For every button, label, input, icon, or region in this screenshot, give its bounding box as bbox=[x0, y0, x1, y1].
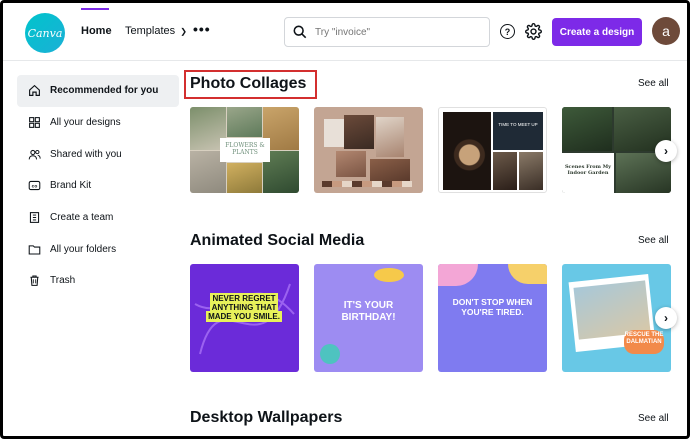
search-icon bbox=[293, 25, 307, 39]
sidebar-item-trash[interactable]: Trash bbox=[17, 265, 179, 297]
see-all-photo-collages[interactable]: See all bbox=[638, 78, 669, 89]
sidebar-item-label: Create a team bbox=[50, 212, 114, 224]
template-card-birthday[interactable]: IT'S YOUR BIRTHDAY! bbox=[314, 264, 423, 372]
search-input[interactable] bbox=[315, 26, 475, 38]
sidebar-item-create-team[interactable]: Create a team bbox=[17, 202, 179, 234]
nav-home[interactable]: Home bbox=[81, 25, 112, 37]
sidebar-item-label: All your folders bbox=[50, 243, 117, 255]
sidebar-item-brand-kit[interactable]: co Brand Kit bbox=[17, 170, 179, 202]
card-caption: DON'T STOP WHEN YOU'RE TIRED. bbox=[452, 297, 533, 317]
brand-kit-icon: co bbox=[27, 179, 41, 193]
sidebar-item-all-designs[interactable]: All your designs bbox=[17, 107, 179, 139]
template-card-coffee[interactable]: TIME TO MEET UP bbox=[438, 107, 547, 193]
section-title-animated-social: Animated Social Media bbox=[190, 232, 365, 249]
card-caption: IT'S YOUR BIRTHDAY! bbox=[341, 300, 396, 323]
nav-templates-label: Templates bbox=[125, 25, 176, 37]
app-window: Canva Home Templates ❯ ••• ? Create a de… bbox=[0, 0, 690, 439]
help-icon[interactable]: ? bbox=[500, 24, 515, 39]
sidebar: Recommended for you All your designs Sha… bbox=[17, 75, 179, 297]
carousel-next-arrow-collages[interactable]: › bbox=[655, 140, 677, 162]
card-caption: NEVER REGRET ANYTHING THAT MADE YOU SMIL… bbox=[206, 293, 282, 323]
grid-icon bbox=[27, 116, 41, 130]
card-caption: Scenes From My Indoor Garden bbox=[564, 164, 612, 176]
see-all-desktop-wallpapers[interactable]: See all bbox=[638, 413, 669, 424]
carousel-next-arrow-social[interactable]: › bbox=[655, 307, 677, 329]
canva-logo[interactable]: Canva bbox=[25, 13, 65, 53]
svg-text:co: co bbox=[31, 185, 37, 190]
nav-templates[interactable]: Templates ❯ bbox=[125, 25, 187, 37]
create-design-button[interactable]: Create a design bbox=[552, 18, 642, 46]
avatar[interactable]: a bbox=[652, 17, 680, 45]
sidebar-item-folders[interactable]: All your folders bbox=[17, 233, 179, 265]
sidebar-item-label: All your designs bbox=[50, 117, 121, 129]
folder-icon bbox=[27, 242, 41, 256]
top-header: Canva Home Templates ❯ ••• ? Create a de… bbox=[3, 3, 687, 61]
home-icon bbox=[27, 84, 41, 98]
building-icon bbox=[27, 211, 41, 225]
section-title-desktop-wallpapers: Desktop Wallpapers bbox=[190, 409, 343, 426]
sidebar-item-recommended[interactable]: Recommended for you bbox=[17, 75, 179, 107]
more-menu-icon[interactable]: ••• bbox=[193, 21, 211, 37]
trash-icon bbox=[27, 274, 41, 288]
sidebar-item-shared[interactable]: Shared with you bbox=[17, 138, 179, 170]
template-card-dont-stop[interactable]: DON'T STOP WHEN YOU'RE TIRED. bbox=[438, 264, 547, 372]
sidebar-item-label: Brand Kit bbox=[50, 180, 92, 192]
card-caption: FLOWERS & PLANTS bbox=[220, 138, 270, 162]
template-card-flowers-plants[interactable]: FLOWERS & PLANTS bbox=[190, 107, 299, 193]
card-caption: RESCUE THE DALMATIAN bbox=[624, 332, 664, 345]
template-card-never-regret[interactable]: NEVER REGRET ANYTHING THAT MADE YOU SMIL… bbox=[190, 264, 299, 372]
sidebar-item-label: Shared with you bbox=[50, 148, 122, 160]
template-card-moodboard[interactable] bbox=[314, 107, 423, 193]
section-title-photo-collages: Photo Collages bbox=[190, 75, 307, 92]
home-active-indicator bbox=[81, 8, 109, 10]
gear-icon[interactable] bbox=[525, 23, 542, 40]
sidebar-item-label: Trash bbox=[50, 275, 76, 287]
sidebar-item-label: Recommended for you bbox=[50, 85, 159, 97]
chevron-down-icon: ❯ bbox=[180, 27, 187, 36]
search-bar[interactable] bbox=[284, 17, 490, 47]
see-all-animated-social[interactable]: See all bbox=[638, 235, 669, 246]
card-caption: TIME TO MEET UP bbox=[498, 122, 538, 127]
people-icon bbox=[27, 147, 41, 161]
